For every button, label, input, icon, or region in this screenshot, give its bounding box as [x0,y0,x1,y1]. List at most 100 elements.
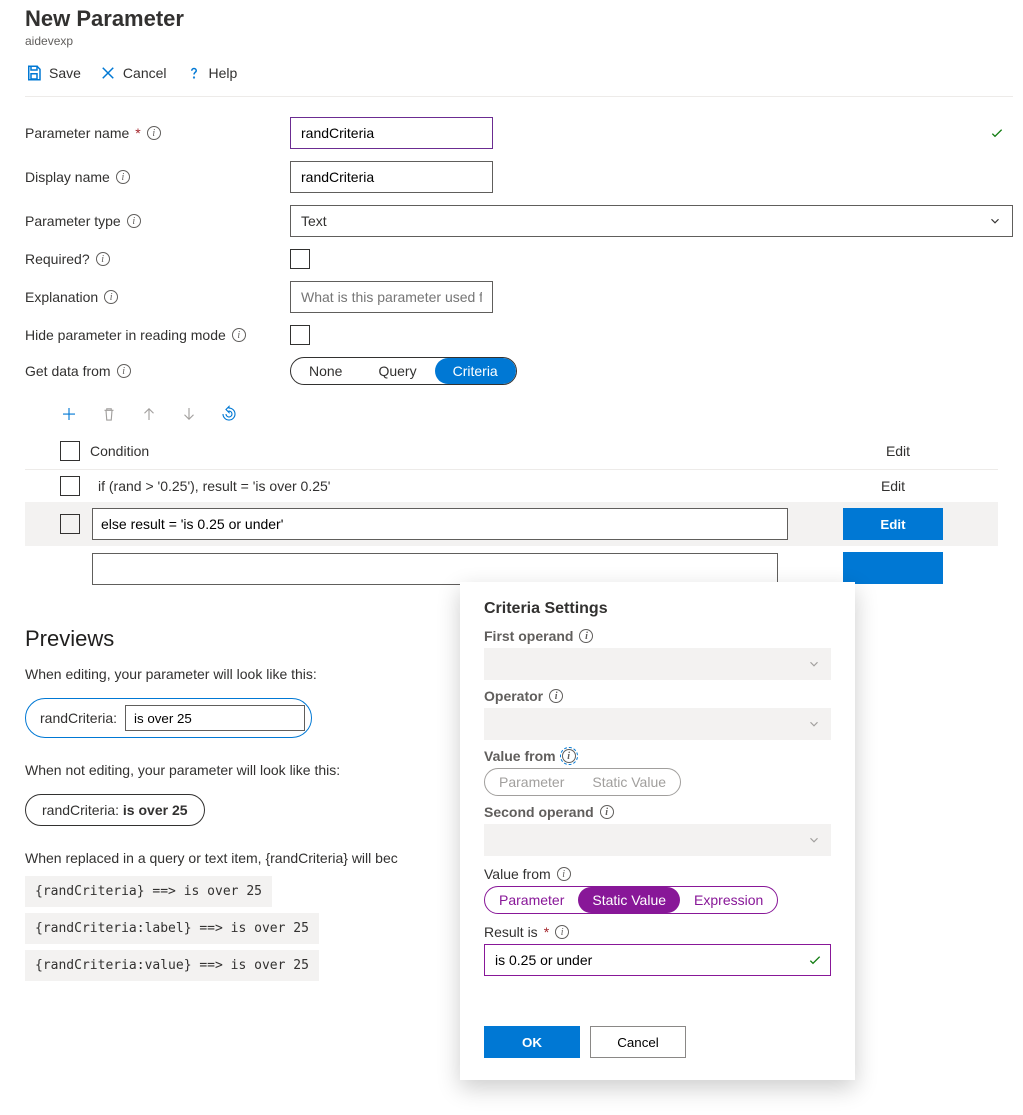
panel-header: New Parameter aidevexp [25,0,1023,48]
code-preview-1: {randCriteria} ==> is over 25 [25,876,272,907]
save-icon [25,64,43,82]
info-icon[interactable]: i [127,214,141,228]
arrow-up-icon[interactable] [140,405,158,423]
pill-parameter: Parameter [485,769,578,795]
get-data-pills: None Query Criteria [290,357,517,385]
info-icon[interactable]: i [117,364,131,378]
form: Parameter name * i Display name i Parame… [25,111,1023,391]
explanation-input[interactable] [290,281,493,313]
info-icon[interactable]: i [549,689,563,703]
required-label: Required? i [25,251,290,267]
condition-text: if (rand > '0.25'), result = 'is over 0.… [98,478,788,494]
preview-pill-input[interactable] [125,705,305,731]
ok-button[interactable]: OK [484,1026,580,1058]
param-type-label: Parameter type i [25,213,290,229]
value-from-label: Value from i [484,748,831,764]
required-checkbox[interactable] [290,249,310,269]
param-type-label-text: Parameter type [25,213,121,229]
pill-static2[interactable]: Static Value [578,887,680,913]
chevron-down-icon [807,833,821,847]
required-asterisk: * [544,924,549,940]
value-from2-text: Value from [484,866,551,882]
first-operand-label: First operand i [484,628,831,644]
delete-icon[interactable] [100,405,118,423]
arrow-down-icon[interactable] [180,405,198,423]
pill-parameter2[interactable]: Parameter [485,887,578,913]
cancel-label: Cancel [123,65,167,81]
hide-label: Hide parameter in reading mode i [25,327,290,343]
edit-button[interactable]: Edit [843,508,943,540]
preview-pill2-label: randCriteria: [42,802,119,818]
pill-none[interactable]: None [291,358,360,384]
chevron-down-icon [807,717,821,731]
help-button[interactable]: Help [185,64,238,82]
info-icon[interactable]: i [555,925,569,939]
condition-input[interactable] [92,508,788,540]
code-preview-2: {randCriteria:label} ==> is over 25 [25,913,319,944]
second-operand-text: Second operand [484,804,594,820]
save-button[interactable]: Save [25,64,81,82]
display-name-input[interactable] [290,161,493,193]
info-icon[interactable]: i [600,805,614,819]
param-name-input[interactable] [290,117,493,149]
second-operand-label: Second operand i [484,804,831,820]
pill-criteria[interactable]: Criteria [435,358,516,384]
preview-pill2-value: is over 25 [123,802,188,818]
pill-query[interactable]: Query [360,358,434,384]
info-icon[interactable]: i [562,749,576,763]
help-icon [185,64,203,82]
preview-readonly-pill: randCriteria: is over 25 [25,794,205,826]
check-icon [807,952,823,968]
value-from2-label: Value from i [484,866,831,882]
condition-input-empty[interactable] [92,553,778,585]
condition-header: Condition [90,443,798,459]
operator-text: Operator [484,688,543,704]
chevron-down-icon [988,214,1002,228]
param-name-label: Parameter name * i [25,125,290,141]
preview-pill-label: randCriteria: [40,710,117,726]
required-label-text: Required? [25,251,90,267]
page-title: New Parameter [25,6,1023,32]
help-label: Help [209,65,238,81]
param-type-select[interactable]: Text [290,205,1013,237]
pill-expression[interactable]: Expression [680,887,777,913]
grid-row: Edit [25,502,998,546]
value-from2-pills: Parameter Static Value Expression [484,886,778,914]
result-input[interactable] [484,944,831,976]
chevron-down-icon [807,657,821,671]
info-icon[interactable]: i [116,170,130,184]
required-asterisk: * [135,125,140,141]
add-icon[interactable] [60,405,78,423]
info-icon[interactable]: i [579,629,593,643]
code-preview-3: {randCriteria:value} ==> is over 25 [25,950,319,981]
info-icon[interactable]: i [147,126,161,140]
value-from-pills: Parameter Static Value [484,768,681,796]
display-name-label-text: Display name [25,169,110,185]
param-type-value: Text [301,213,327,229]
param-name-label-text: Parameter name [25,125,129,141]
cancel-button[interactable]: Cancel [590,1026,686,1058]
preview-editing-pill: randCriteria: [25,698,312,738]
display-name-label: Display name i [25,169,290,185]
edit-link[interactable]: Edit [881,478,905,494]
edit-header: Edit [798,443,998,459]
row-checkbox[interactable] [60,514,80,534]
first-operand-select [484,648,831,680]
explanation-label: Explanation i [25,289,290,305]
get-data-label: Get data from i [25,363,290,379]
hide-checkbox[interactable] [290,325,310,345]
grid-toolbar [25,391,1023,433]
save-label: Save [49,65,81,81]
info-icon[interactable]: i [104,290,118,304]
second-operand-select [484,824,831,856]
info-icon[interactable]: i [557,867,571,881]
edit-button-empty[interactable] [843,552,943,584]
row-checkbox[interactable] [60,476,80,496]
refresh-icon[interactable] [220,405,238,423]
select-all-checkbox[interactable] [60,441,80,461]
hide-label-text: Hide parameter in reading mode [25,327,226,343]
info-icon[interactable]: i [232,328,246,342]
result-is-text: Result is [484,924,538,940]
cancel-button[interactable]: Cancel [99,64,167,82]
info-icon[interactable]: i [96,252,110,266]
